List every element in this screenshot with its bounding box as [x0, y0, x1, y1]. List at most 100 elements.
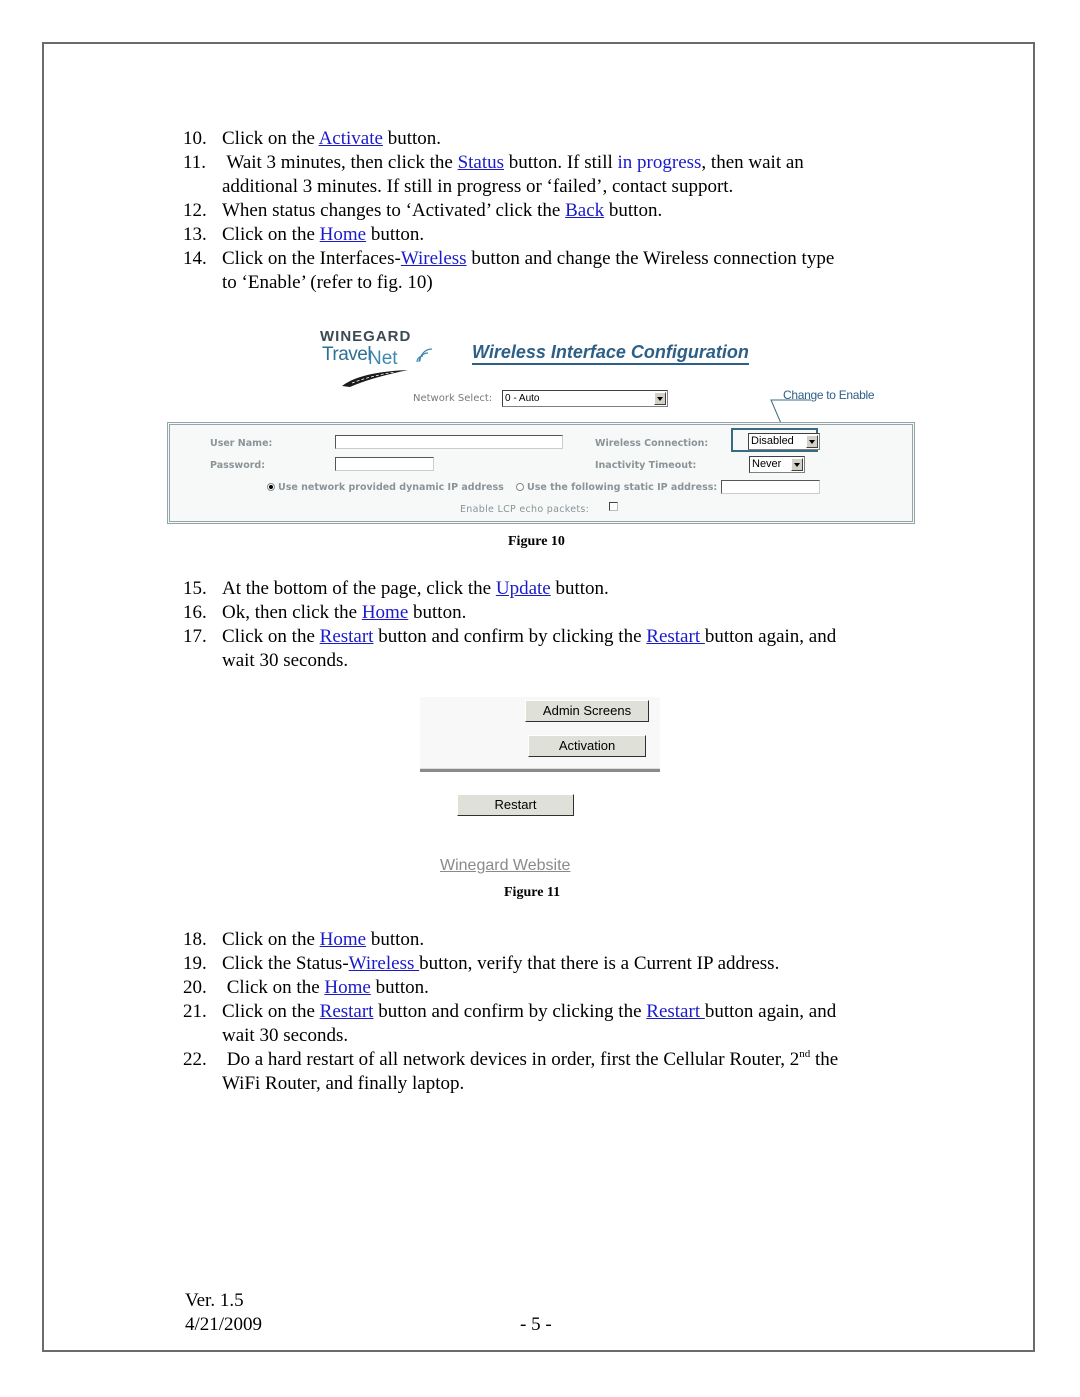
inactivity-timeout-dropdown[interactable]: Never — [749, 456, 805, 473]
step-number: 16. — [183, 602, 207, 623]
step-number: 19. — [183, 953, 207, 974]
winegard-website-link[interactable]: Winegard Website — [440, 857, 570, 875]
chevron-down-icon — [654, 392, 666, 405]
network-select-value: 0 - Auto — [505, 393, 540, 404]
step-text: button and confirm by clicking the — [373, 626, 647, 647]
chevron-down-icon — [806, 435, 818, 448]
lcp-echo-label: Enable LCP echo packets: — [460, 504, 590, 515]
step-text: At the bottom of the page, click the — [222, 578, 496, 599]
step-continuation: wait 30 seconds. — [222, 1025, 349, 1046]
step-text: button. — [370, 977, 429, 998]
step-link-home[interactable]: Home — [324, 977, 370, 998]
step-link-update[interactable]: Update — [496, 578, 551, 599]
step-number: 18. — [183, 929, 207, 950]
wireless-connection-dropdown[interactable]: Disabled — [748, 433, 820, 450]
step-link-restart[interactable]: Restart — [646, 626, 705, 647]
step-text: When status changes to ‘Activated’ click… — [222, 200, 566, 221]
step-continuation: wait 30 seconds. — [222, 650, 349, 671]
chevron-down-icon — [791, 458, 803, 471]
step-link-restart[interactable]: Restart — [646, 1001, 705, 1022]
step-text: Click on the Interfaces- — [222, 248, 401, 269]
step-continuation: WiFi Router, and finally laptop. — [222, 1073, 465, 1094]
step-number: 14. — [183, 248, 207, 269]
step-item: 18. Click on the Home button. — [183, 928, 424, 952]
step-item: 13. Click on the Home button. — [183, 223, 424, 247]
date-label: 4/21/2009 — [185, 1314, 263, 1335]
step-text: button. — [366, 929, 425, 950]
step-link-home[interactable]: Home — [320, 929, 366, 950]
step-item: 10. Click on the Activate button. — [183, 127, 441, 151]
step-text: Click on the — [222, 224, 320, 245]
step-text: Click on the — [222, 626, 320, 647]
step-item: 19. Click the Status-Wireless button, ver… — [183, 952, 779, 976]
step-text: button and change the Wireless connectio… — [466, 248, 835, 269]
step-highlight-text: in progress — [617, 152, 702, 173]
network-select-label: Network Select: — [413, 393, 493, 404]
lcp-echo-checkbox[interactable] — [609, 502, 618, 511]
road-swoosh-icon — [342, 370, 408, 387]
page-number: - 5 - — [520, 1314, 552, 1335]
step-link-status[interactable]: Status — [458, 152, 504, 173]
password-input[interactable] — [335, 457, 434, 471]
activation-button[interactable]: Activation — [528, 735, 646, 757]
step-number: 15. — [183, 578, 207, 599]
step-link-restart[interactable]: Restart — [320, 626, 374, 647]
step-text: , then wait an — [701, 152, 804, 173]
step-text: button again, and — [704, 1001, 837, 1022]
step-item: 17. Click on the Restart button and confi… — [183, 625, 836, 649]
dynamic-ip-radio[interactable] — [267, 483, 275, 491]
wifi-signal-icon — [416, 348, 433, 363]
step-text: Click on the — [222, 1001, 320, 1022]
step-number: 22. — [183, 1049, 207, 1070]
dynamic-ip-label: Use network provided dynamic IP address — [278, 482, 504, 493]
step-link-wireless[interactable]: Wireless — [349, 953, 419, 974]
step-text: button again, and — [704, 626, 837, 647]
logo-travel: Travel — [322, 344, 372, 365]
step-item: 21. Click on the Restart button and confi… — [183, 1000, 836, 1024]
winegard-travelnet-logo: WINEGARD Travel Net — [320, 328, 460, 390]
step-number: 21. — [183, 1001, 207, 1022]
user-name-label: User Name: — [210, 438, 273, 449]
step-item: 22. Do a hard restart of all network dev… — [183, 1048, 838, 1072]
step-number: 12. — [183, 200, 207, 221]
figure-11-caption: Figure 11 — [504, 885, 561, 900]
step-continuation: to ‘Enable’ (refer to fig. 10) — [222, 272, 433, 293]
step-link-wireless[interactable]: Wireless — [401, 248, 467, 269]
step-item: 14. Click on the Interfaces-Wireless butt… — [183, 247, 834, 271]
static-ip-input[interactable] — [721, 480, 820, 494]
step-link-restart[interactable]: Restart — [320, 1001, 374, 1022]
step-link-home[interactable]: Home — [320, 224, 366, 245]
step-link-back[interactable]: Back — [565, 200, 604, 221]
step-link-activate[interactable]: Activate — [319, 128, 383, 149]
step-text: Do a hard restart of all network devices… — [222, 1049, 800, 1070]
step-item: 20. Click on the Home button. — [183, 976, 429, 1000]
static-ip-radio[interactable] — [516, 483, 524, 491]
admin-screens-button[interactable]: Admin Screens — [525, 700, 649, 722]
wireless-config-title: Wireless Interface Configuration — [472, 342, 749, 365]
step-number: 10. — [183, 128, 207, 149]
step-text: Click the Status- — [222, 953, 349, 974]
step-number: 20. — [183, 977, 207, 998]
step-item: 16. Ok, then click the Home button. — [183, 601, 466, 625]
step-item: 12. When status changes to ‘Activated’ cl… — [183, 199, 662, 223]
step-text: button. If still — [504, 152, 618, 173]
figure-11-divider — [420, 768, 660, 772]
logo-brand: WINEGARD — [320, 328, 412, 345]
static-ip-label: Use the following static IP address: — [527, 482, 718, 493]
restart-button[interactable]: Restart — [457, 794, 574, 816]
wireless-connection-label: Wireless Connection: — [595, 438, 709, 449]
step-text: the — [810, 1049, 839, 1070]
step-continuation: additional 3 minutes. If still in progre… — [222, 176, 734, 197]
user-name-input[interactable] — [335, 435, 563, 449]
logo-net: Net — [368, 348, 398, 369]
wireless-connection-value: Disabled — [751, 435, 794, 447]
password-label: Password: — [210, 460, 266, 471]
network-select-dropdown[interactable]: 0 - Auto — [502, 390, 668, 407]
step-number: 17. — [183, 626, 207, 647]
figure-10-screenshot: WINEGARD Travel Net Wireless Interface C… — [163, 318, 918, 528]
step-text: button. — [408, 602, 467, 623]
step-link-home[interactable]: Home — [362, 602, 408, 623]
step-text: Click on the — [222, 128, 319, 149]
step-text: button. — [382, 128, 441, 149]
step-text: Click on the — [222, 977, 325, 998]
